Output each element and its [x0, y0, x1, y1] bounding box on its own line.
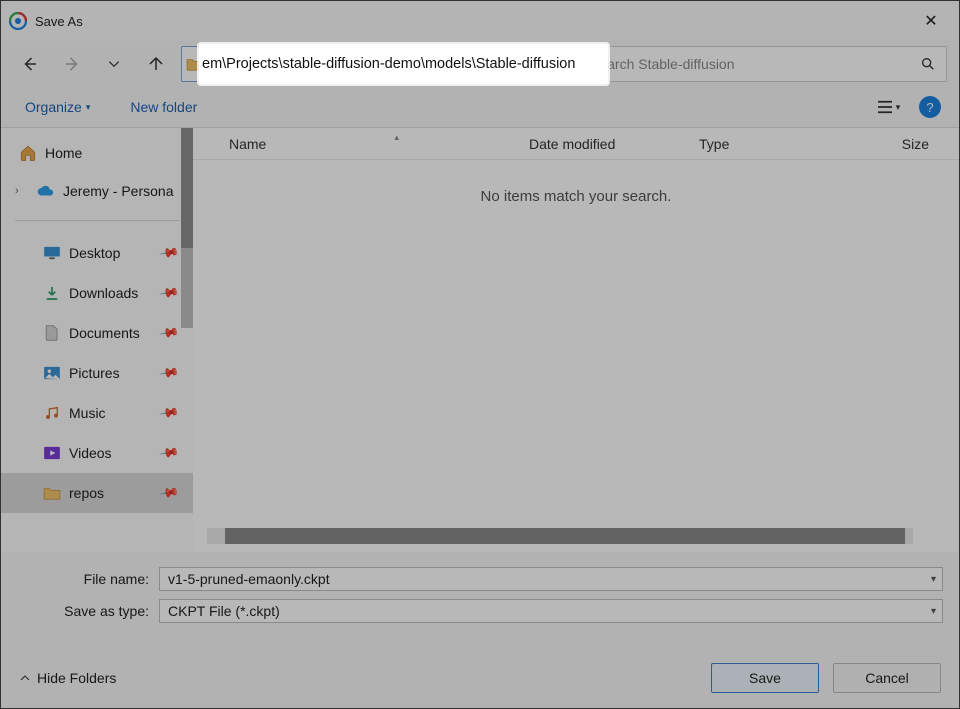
- address-path-highlight: em\Projects\stable-diffusion-demo\models…: [199, 56, 575, 72]
- footer: Hide Folders Save Cancel: [1, 648, 959, 708]
- pin-icon: 📌: [158, 402, 180, 424]
- search-input[interactable]: [590, 56, 920, 72]
- documents-icon: [43, 324, 61, 342]
- recent-locations-button[interactable]: [97, 47, 131, 81]
- save-as-type-field[interactable]: CKPT File (*.ckpt) ▾: [159, 599, 943, 623]
- file-name-field[interactable]: v1-5-pruned-emaonly.ckpt ▾: [159, 567, 943, 591]
- titlebar: Save As ✕: [1, 1, 959, 41]
- back-button[interactable]: [13, 47, 47, 81]
- folder-icon: [43, 484, 61, 502]
- sidebar-separator: [15, 220, 179, 221]
- save-button[interactable]: Save: [711, 663, 819, 693]
- toolbar: Organize ▾ New folder ▾ ?: [1, 87, 959, 127]
- caret-down-icon: ▾: [896, 102, 901, 113]
- app-icon: [9, 12, 27, 30]
- horizontal-scrollbar-track[interactable]: [207, 528, 913, 544]
- address-highlight: em\Projects\stable-diffusion-demo\models…: [199, 44, 608, 84]
- pin-icon: 📌: [158, 282, 180, 304]
- sidebar-item-downloads[interactable]: Downloads 📌: [1, 273, 193, 313]
- window-title: Save As: [35, 14, 83, 29]
- sidebar-item-desktop[interactable]: Desktop 📌: [1, 233, 193, 273]
- desktop-icon: [43, 244, 61, 262]
- search-icon: [920, 56, 936, 72]
- column-name[interactable]: Name ▴: [229, 136, 529, 152]
- home-icon: [19, 144, 37, 162]
- search-field[interactable]: [579, 46, 947, 82]
- organize-label: Organize: [25, 99, 82, 115]
- up-button[interactable]: [139, 47, 173, 81]
- chevron-down-icon: [107, 57, 121, 71]
- forward-button[interactable]: [55, 47, 89, 81]
- file-name-value: v1-5-pruned-emaonly.ckpt: [168, 571, 330, 587]
- chevron-down-icon[interactable]: ▾: [931, 574, 936, 585]
- form-area: File name: v1-5-pruned-emaonly.ckpt ▾ Sa…: [1, 552, 959, 628]
- music-icon: [43, 404, 61, 422]
- arrow-left-icon: [21, 55, 39, 73]
- arrow-up-icon: [147, 55, 165, 73]
- column-date-modified[interactable]: Date modified: [529, 136, 699, 152]
- list-icon: [876, 100, 894, 114]
- close-icon: ✕: [924, 11, 937, 31]
- body: Home › Jeremy - Persona Desktop 📌 Downlo…: [1, 127, 959, 552]
- chevron-down-icon[interactable]: ▾: [931, 606, 936, 617]
- pin-icon: 📌: [158, 482, 180, 504]
- pin-icon: 📌: [158, 442, 180, 464]
- pin-icon: 📌: [158, 322, 180, 344]
- column-headers: Name ▴ Date modified Type Size: [193, 128, 959, 160]
- sidebar-item-music[interactable]: Music 📌: [1, 393, 193, 433]
- sidebar-item-repos[interactable]: repos 📌: [1, 473, 193, 513]
- sidebar-item-pictures[interactable]: Pictures 📌: [1, 353, 193, 393]
- pin-icon: 📌: [158, 242, 180, 264]
- navigation-pane: Home › Jeremy - Persona Desktop 📌 Downlo…: [1, 128, 193, 552]
- help-button[interactable]: ?: [919, 96, 941, 118]
- save-as-type-label: Save as type:: [17, 603, 159, 619]
- arrow-right-icon: [63, 55, 81, 73]
- close-button[interactable]: ✕: [911, 1, 951, 41]
- cancel-button[interactable]: Cancel: [833, 663, 941, 693]
- pictures-icon: [43, 364, 61, 382]
- sidebar-item-onedrive[interactable]: › Jeremy - Persona: [1, 172, 193, 210]
- downloads-icon: [43, 284, 61, 302]
- sidebar-item-documents[interactable]: Documents 📌: [1, 313, 193, 353]
- sort-asc-icon: ▴: [394, 132, 399, 143]
- view-options-button[interactable]: ▾: [871, 92, 905, 122]
- sidebar-item-videos[interactable]: Videos 📌: [1, 433, 193, 473]
- organize-menu[interactable]: Organize ▾: [19, 95, 96, 119]
- file-name-label: File name:: [17, 571, 159, 587]
- cloud-icon: [37, 182, 55, 200]
- column-size[interactable]: Size: [839, 136, 959, 152]
- chevron-right-icon[interactable]: ›: [15, 185, 19, 197]
- hide-folders-button[interactable]: Hide Folders: [19, 670, 116, 686]
- save-as-dialog: Save As ✕ em\Projects\stable-diffusion-d…: [0, 0, 960, 709]
- new-folder-button[interactable]: New folder: [124, 95, 203, 119]
- sidebar-scrollbar-thumb[interactable]: [181, 128, 193, 248]
- caret-down-icon: ▾: [86, 102, 91, 113]
- videos-icon: [43, 444, 61, 462]
- save-as-type-value: CKPT File (*.ckpt): [168, 603, 280, 619]
- horizontal-scrollbar-thumb[interactable]: [225, 528, 905, 544]
- column-type[interactable]: Type: [699, 136, 839, 152]
- sidebar-item-home[interactable]: Home: [1, 134, 193, 172]
- empty-message: No items match your search.: [193, 160, 959, 205]
- pin-icon: 📌: [158, 362, 180, 384]
- chevron-up-icon: [19, 672, 31, 684]
- file-list: Name ▴ Date modified Type Size No items …: [193, 128, 959, 552]
